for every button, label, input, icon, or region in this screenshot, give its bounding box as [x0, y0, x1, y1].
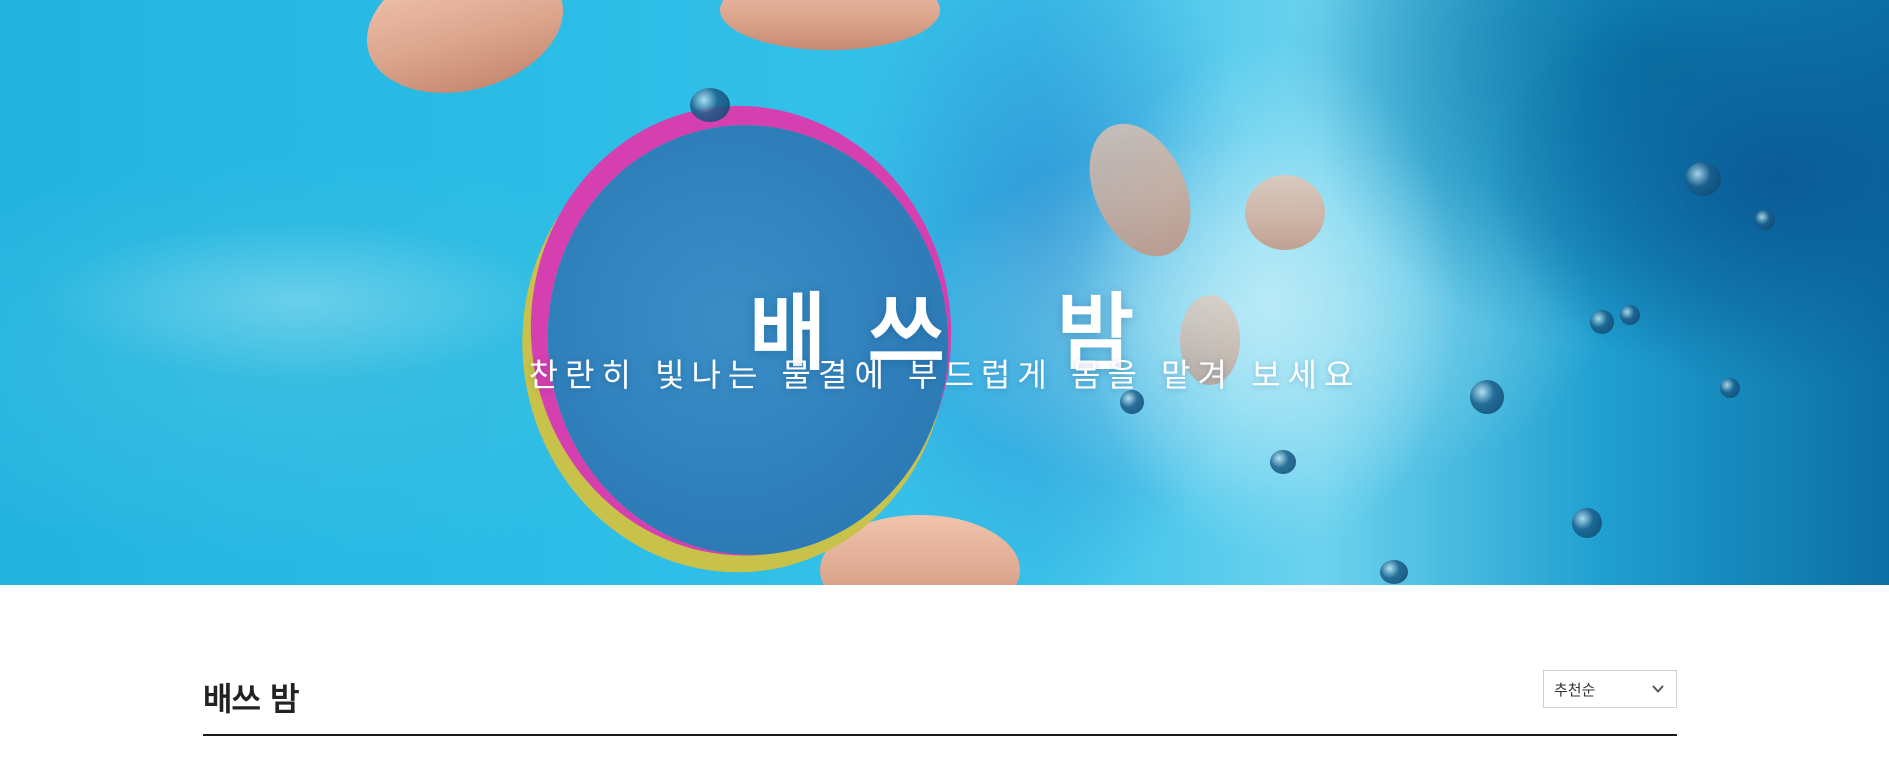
bubble: [1685, 162, 1721, 196]
chevron-down-icon: [1652, 685, 1664, 693]
category-title: 배쓰 밤: [203, 680, 299, 718]
bubble: [690, 88, 730, 122]
sort-selected-label: 추천순: [1554, 680, 1596, 699]
bubble: [1380, 560, 1408, 584]
sort-dropdown[interactable]: 추천순: [1543, 670, 1677, 708]
bubble: [1755, 210, 1775, 230]
hero-banner: 배 쓰 밤 찬란히 빛나는 물결에 부드럽게 몸을 맡겨 보세요: [0, 0, 1889, 585]
finger-top: [351, 0, 579, 114]
finger-top-right: [720, 0, 940, 50]
bubble: [1572, 508, 1602, 538]
category-header: 배쓰 밤 추천순: [203, 670, 1677, 736]
fingertip-wet: [1245, 175, 1325, 250]
bubble: [1270, 450, 1296, 474]
hero-subtitle: 찬란히 빛나는 물결에 부드럽게 몸을 맡겨 보세요: [528, 356, 1361, 394]
